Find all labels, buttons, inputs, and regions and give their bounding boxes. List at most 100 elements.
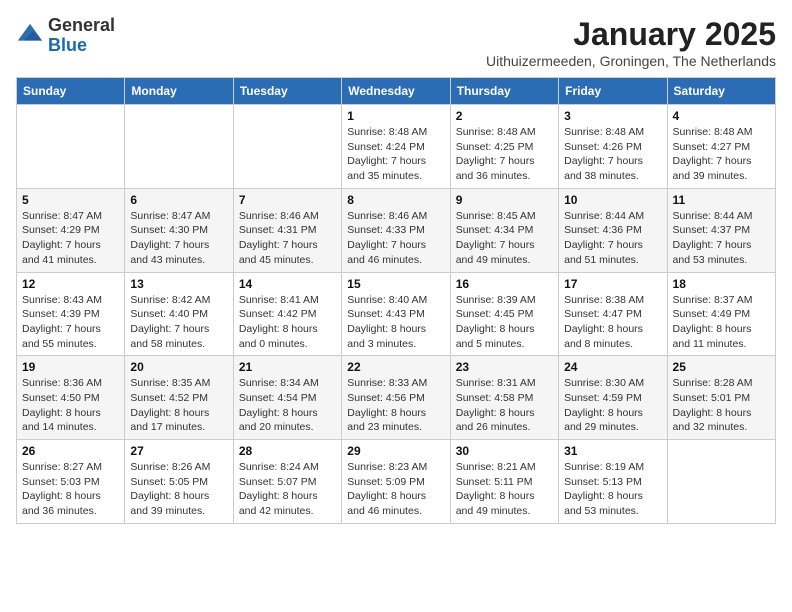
day-info: Sunrise: 8:35 AM Sunset: 4:52 PM Dayligh… <box>130 376 227 435</box>
calendar-cell: 26 Sunrise: 8:27 AM Sunset: 5:03 PM Dayli… <box>17 440 125 524</box>
day-number: 17 <box>564 277 661 291</box>
day-number: 29 <box>347 444 444 458</box>
title-block: January 2025 Uithuizermeeden, Groningen,… <box>486 16 776 69</box>
calendar-cell: 10Sunrise: 8:44 AM Sunset: 4:36 PM Dayli… <box>559 188 667 272</box>
weekday-header-thursday: Thursday <box>450 78 558 105</box>
day-info: Sunrise: 8:42 AM Sunset: 4:40 PM Dayligh… <box>130 293 227 352</box>
day-info: Sunrise: 8:45 AM Sunset: 4:34 PM Dayligh… <box>456 209 553 268</box>
day-number: 15 <box>347 277 444 291</box>
day-info: Sunrise: 8:24 AM Sunset: 5:07 PM Dayligh… <box>239 460 336 519</box>
day-number: 24 <box>564 360 661 374</box>
calendar-cell: 9 Sunrise: 8:45 AM Sunset: 4:34 PM Daylig… <box>450 188 558 272</box>
day-number: 7 <box>239 193 336 207</box>
calendar-cell: 22 Sunrise: 8:33 AM Sunset: 4:56 PM Dayli… <box>342 356 450 440</box>
day-info: Sunrise: 8:27 AM Sunset: 5:03 PM Dayligh… <box>22 460 119 519</box>
day-info: Sunrise: 8:46 AM Sunset: 4:33 PM Dayligh… <box>347 209 444 268</box>
day-info: Sunrise: 8:40 AM Sunset: 4:43 PM Dayligh… <box>347 293 444 352</box>
day-info: Sunrise: 8:48 AM Sunset: 4:27 PM Dayligh… <box>673 125 770 184</box>
day-info: Sunrise: 8:48 AM Sunset: 4:24 PM Dayligh… <box>347 125 444 184</box>
day-info: Sunrise: 8:28 AM Sunset: 5:01 PM Dayligh… <box>673 376 770 435</box>
calendar-week-5: 26 Sunrise: 8:27 AM Sunset: 5:03 PM Dayli… <box>17 440 776 524</box>
day-info: Sunrise: 8:41 AM Sunset: 4:42 PM Dayligh… <box>239 293 336 352</box>
calendar-cell: 31 Sunrise: 8:19 AM Sunset: 5:13 PM Dayli… <box>559 440 667 524</box>
weekday-header-monday: Monday <box>125 78 233 105</box>
day-info: Sunrise: 8:39 AM Sunset: 4:45 PM Dayligh… <box>456 293 553 352</box>
calendar-cell: 13 Sunrise: 8:42 AM Sunset: 4:40 PM Dayli… <box>125 272 233 356</box>
day-number: 31 <box>564 444 661 458</box>
day-info: Sunrise: 8:23 AM Sunset: 5:09 PM Dayligh… <box>347 460 444 519</box>
day-number: 21 <box>239 360 336 374</box>
day-info: Sunrise: 8:33 AM Sunset: 4:56 PM Dayligh… <box>347 376 444 435</box>
day-number: 11 <box>673 193 770 207</box>
logo-general-text: General <box>48 15 115 35</box>
day-info: Sunrise: 8:48 AM Sunset: 4:25 PM Dayligh… <box>456 125 553 184</box>
day-number: 23 <box>456 360 553 374</box>
calendar-cell: 25 Sunrise: 8:28 AM Sunset: 5:01 PM Dayli… <box>667 356 775 440</box>
weekday-header-saturday: Saturday <box>667 78 775 105</box>
weekday-header-tuesday: Tuesday <box>233 78 341 105</box>
day-number: 4 <box>673 109 770 123</box>
day-number: 5 <box>22 193 119 207</box>
page-header: General Blue January 2025 Uithuizermeede… <box>16 16 776 69</box>
day-number: 1 <box>347 109 444 123</box>
calendar-cell: 30Sunrise: 8:21 AM Sunset: 5:11 PM Dayli… <box>450 440 558 524</box>
calendar-cell: 18Sunrise: 8:37 AM Sunset: 4:49 PM Dayli… <box>667 272 775 356</box>
calendar-week-4: 19Sunrise: 8:36 AM Sunset: 4:50 PM Dayli… <box>17 356 776 440</box>
calendar-cell: 14Sunrise: 8:41 AM Sunset: 4:42 PM Dayli… <box>233 272 341 356</box>
day-number: 25 <box>673 360 770 374</box>
calendar-week-2: 5 Sunrise: 8:47 AM Sunset: 4:29 PM Daylig… <box>17 188 776 272</box>
calendar-cell: 11Sunrise: 8:44 AM Sunset: 4:37 PM Dayli… <box>667 188 775 272</box>
calendar-week-1: 1 Sunrise: 8:48 AM Sunset: 4:24 PM Daylig… <box>17 105 776 189</box>
calendar-week-3: 12 Sunrise: 8:43 AM Sunset: 4:39 PM Dayli… <box>17 272 776 356</box>
day-info: Sunrise: 8:48 AM Sunset: 4:26 PM Dayligh… <box>564 125 661 184</box>
day-number: 9 <box>456 193 553 207</box>
calendar-cell: 12 Sunrise: 8:43 AM Sunset: 4:39 PM Dayli… <box>17 272 125 356</box>
day-info: Sunrise: 8:36 AM Sunset: 4:50 PM Dayligh… <box>22 376 119 435</box>
calendar-cell <box>125 105 233 189</box>
calendar-cell: 28 Sunrise: 8:24 AM Sunset: 5:07 PM Dayli… <box>233 440 341 524</box>
calendar-cell: 19Sunrise: 8:36 AM Sunset: 4:50 PM Dayli… <box>17 356 125 440</box>
day-number: 13 <box>130 277 227 291</box>
calendar-cell: 7Sunrise: 8:46 AM Sunset: 4:31 PM Daylig… <box>233 188 341 272</box>
day-number: 22 <box>347 360 444 374</box>
day-number: 26 <box>22 444 119 458</box>
day-info: Sunrise: 8:34 AM Sunset: 4:54 PM Dayligh… <box>239 376 336 435</box>
day-info: Sunrise: 8:19 AM Sunset: 5:13 PM Dayligh… <box>564 460 661 519</box>
day-number: 6 <box>130 193 227 207</box>
logo: General Blue <box>16 16 115 56</box>
calendar-cell: 17 Sunrise: 8:38 AM Sunset: 4:47 PM Dayli… <box>559 272 667 356</box>
day-number: 28 <box>239 444 336 458</box>
day-info: Sunrise: 8:31 AM Sunset: 4:58 PM Dayligh… <box>456 376 553 435</box>
location-subtitle: Uithuizermeeden, Groningen, The Netherla… <box>486 53 776 69</box>
weekday-header-friday: Friday <box>559 78 667 105</box>
day-info: Sunrise: 8:43 AM Sunset: 4:39 PM Dayligh… <box>22 293 119 352</box>
calendar-cell: 16 Sunrise: 8:39 AM Sunset: 4:45 PM Dayli… <box>450 272 558 356</box>
day-number: 16 <box>456 277 553 291</box>
day-number: 30 <box>456 444 553 458</box>
calendar-cell: 1 Sunrise: 8:48 AM Sunset: 4:24 PM Daylig… <box>342 105 450 189</box>
day-info: Sunrise: 8:30 AM Sunset: 4:59 PM Dayligh… <box>564 376 661 435</box>
calendar-cell <box>667 440 775 524</box>
calendar-cell: 6 Sunrise: 8:47 AM Sunset: 4:30 PM Daylig… <box>125 188 233 272</box>
calendar-cell: 20 Sunrise: 8:35 AM Sunset: 4:52 PM Dayli… <box>125 356 233 440</box>
weekday-header-sunday: Sunday <box>17 78 125 105</box>
calendar-cell: 24 Sunrise: 8:30 AM Sunset: 4:59 PM Dayli… <box>559 356 667 440</box>
calendar-header: SundayMondayTuesdayWednesdayThursdayFrid… <box>17 78 776 105</box>
calendar-cell: 27Sunrise: 8:26 AM Sunset: 5:05 PM Dayli… <box>125 440 233 524</box>
calendar-table: SundayMondayTuesdayWednesdayThursdayFrid… <box>16 77 776 524</box>
month-title: January 2025 <box>486 16 776 53</box>
day-number: 12 <box>22 277 119 291</box>
calendar-cell <box>233 105 341 189</box>
day-number: 8 <box>347 193 444 207</box>
logo-icon <box>16 22 44 50</box>
logo-blue-text: Blue <box>48 35 87 55</box>
calendar-cell: 3Sunrise: 8:48 AM Sunset: 4:26 PM Daylig… <box>559 105 667 189</box>
calendar-cell: 4 Sunrise: 8:48 AM Sunset: 4:27 PM Daylig… <box>667 105 775 189</box>
day-number: 20 <box>130 360 227 374</box>
day-number: 2 <box>456 109 553 123</box>
day-number: 27 <box>130 444 227 458</box>
calendar-cell: 5 Sunrise: 8:47 AM Sunset: 4:29 PM Daylig… <box>17 188 125 272</box>
day-info: Sunrise: 8:38 AM Sunset: 4:47 PM Dayligh… <box>564 293 661 352</box>
day-info: Sunrise: 8:47 AM Sunset: 4:29 PM Dayligh… <box>22 209 119 268</box>
day-info: Sunrise: 8:47 AM Sunset: 4:30 PM Dayligh… <box>130 209 227 268</box>
